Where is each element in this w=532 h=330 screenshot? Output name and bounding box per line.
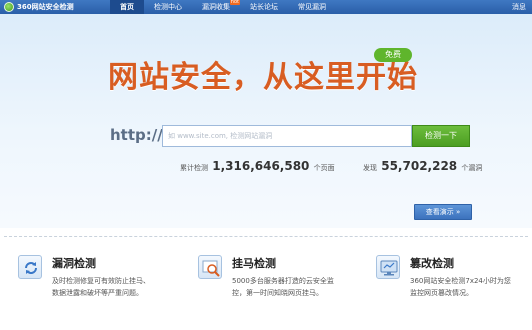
url-input[interactable] (162, 125, 412, 147)
http-prefix-label: http:// (110, 126, 163, 144)
stat-unit: 个页面 (313, 164, 335, 172)
stat-label: 发现 (363, 164, 377, 172)
feature-tamper-check[interactable]: 篡改检测 360网站安全检测7x24小时为您 监控网页篡改情况。 (376, 255, 528, 315)
nav-item-common-vulns[interactable]: 常见漏洞 (288, 0, 336, 14)
vulns-found-stat: 发现 55,702,228 个漏洞 (363, 159, 482, 173)
feature-desc-line: 数据泄露和破坏等严重问题。 (52, 289, 143, 297)
feature-description: 360网站安全检测7x24小时为您 监控网页篡改情况。 (410, 275, 530, 299)
vulns-found-count: 55,702,228 (381, 159, 458, 173)
feature-description: 及时检测修复可有效防止挂马、 数据泄露和破坏等严重问题。 (52, 275, 182, 299)
pages-checked-count: 1,316,646,580 (212, 159, 310, 173)
view-demo-button[interactable]: 查看演示 » (414, 204, 472, 220)
feature-title: 篡改检测 (410, 257, 454, 270)
feature-vuln-check[interactable]: 漏洞检测 及时检测修复可有效防止挂马、 数据泄露和破坏等严重问题。 (18, 255, 188, 315)
nav-item-label: 漏洞收集 (202, 3, 230, 11)
stat-label: 累计检测 (180, 164, 208, 172)
site-logo[interactable]: 360网站安全检测 (4, 2, 110, 12)
logo-icon (4, 2, 14, 12)
top-nav-bar: 360网站安全检测 首页 检测中心 漏洞收集 hot 站长论坛 常见漏洞 消息 (0, 0, 532, 14)
feature-desc-line: 监控网页篡改情况。 (410, 289, 473, 297)
check-button[interactable]: 检测一下 (412, 125, 470, 147)
nav-item-forum[interactable]: 站长论坛 (240, 0, 288, 14)
feature-desc-line: 360网站安全检测7x24小时为您 (410, 277, 511, 285)
feature-desc-line: 控，第一时间知晓网页挂马。 (232, 289, 323, 297)
hot-badge: hot (229, 0, 240, 5)
feature-description: 5000多台服务器打造的云安全监 控，第一时间知晓网页挂马。 (232, 275, 362, 299)
logo-text: 360网站安全检测 (17, 3, 74, 11)
feature-trojan-check[interactable]: 挂马检测 5000多台服务器打造的云安全监 控，第一时间知晓网页挂马。 (198, 255, 368, 315)
hero-slogan: 网站安全，从这里开始 (108, 60, 418, 95)
nav-item-check-center[interactable]: 检测中心 (144, 0, 192, 14)
nav-item-vuln-collection[interactable]: 漏洞收集 hot (192, 0, 240, 14)
free-badge: 免费 (374, 48, 412, 62)
feature-title: 漏洞检测 (52, 257, 96, 270)
section-divider (4, 236, 528, 237)
feature-desc-line: 5000多台服务器打造的云安全监 (232, 277, 334, 285)
magnifier-icon (198, 255, 222, 279)
stat-unit: 个漏洞 (461, 164, 483, 172)
hero-section: 网站安全，从这里开始 免费 http:// 检测一下 累计检测 1,316,64… (0, 14, 532, 228)
messages-link[interactable]: 消息 (512, 2, 526, 12)
monitor-icon (376, 255, 400, 279)
feature-title: 挂马检测 (232, 257, 276, 270)
nav-item-home[interactable]: 首页 (110, 0, 144, 14)
pages-checked-stat: 累计检测 1,316,646,580 个页面 (180, 159, 335, 173)
feature-desc-line: 及时检测修复可有效防止挂马、 (52, 277, 150, 285)
main-nav: 首页 检测中心 漏洞收集 hot 站长论坛 常见漏洞 (110, 0, 336, 14)
refresh-icon (18, 255, 42, 279)
